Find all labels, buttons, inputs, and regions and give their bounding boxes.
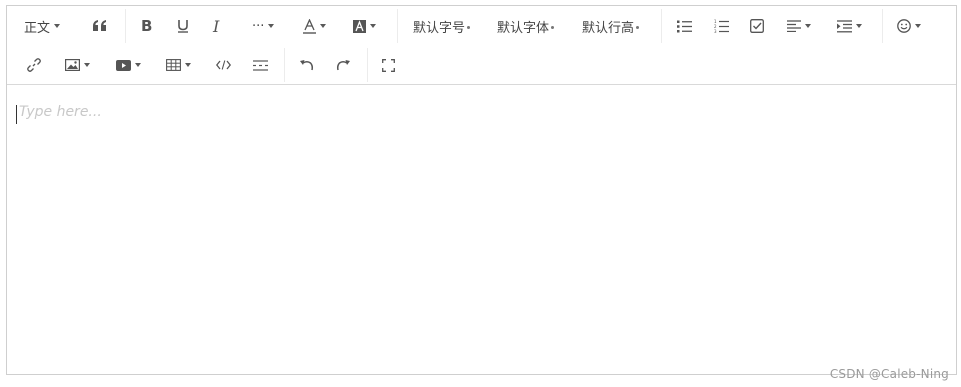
paragraph-style-dropdown[interactable]: 正文 <box>18 11 66 41</box>
text-cursor <box>16 105 17 124</box>
horizontal-rule-button[interactable] <box>247 50 274 80</box>
editor-toolbar: 正文 B I ··· 默认字号 默认字体 默认行高 1 2 3 <box>7 6 956 85</box>
insert-table-dropdown[interactable] <box>160 50 197 80</box>
svg-text:3: 3 <box>714 29 717 33</box>
chevron-down-icon <box>370 24 376 28</box>
chevron-down-icon <box>856 24 862 28</box>
chevron-down-icon <box>185 63 191 67</box>
underline-icon <box>178 20 188 33</box>
chevron-down-icon <box>135 63 141 67</box>
line-height-label: 默认行高 <box>582 20 635 36</box>
insert-link-button[interactable] <box>21 50 47 80</box>
toolbar-separator <box>882 9 883 43</box>
more-styles-dropdown[interactable]: ··· <box>246 11 280 41</box>
more-icon: ··· <box>252 18 265 34</box>
font-color-dropdown[interactable] <box>297 11 332 41</box>
justify-dropdown[interactable] <box>781 11 817 41</box>
line-height-dropdown[interactable]: 默认行高 <box>576 11 645 41</box>
indent-dropdown[interactable] <box>831 11 868 41</box>
chevron-down-icon <box>320 24 326 28</box>
redo-button[interactable] <box>330 50 357 80</box>
insert-image-dropdown[interactable] <box>59 50 96 80</box>
rich-text-editor: 正文 B I ··· 默认字号 默认字体 默认行高 1 2 3 Type her… <box>6 5 957 375</box>
todo-list-button[interactable] <box>744 11 770 41</box>
italic-button[interactable]: I <box>207 11 225 41</box>
font-size-label: 默认字号 <box>413 20 466 36</box>
editor-content-area[interactable]: Type here... <box>7 86 956 374</box>
numbered-list-icon: 123 <box>714 19 729 33</box>
undo-button[interactable] <box>293 50 320 80</box>
bold-icon: B <box>141 17 153 35</box>
underline-button[interactable] <box>171 11 195 41</box>
undo-icon <box>300 60 314 71</box>
chevron-down-icon <box>551 25 555 29</box>
font-color-icon <box>303 18 316 34</box>
watermark-text: CSDN @Caleb-Ning <box>829 367 949 381</box>
fullscreen-button[interactable] <box>376 50 401 80</box>
font-family-label: 默认字体 <box>497 20 550 36</box>
checkbox-icon <box>750 19 764 33</box>
font-size-dropdown[interactable]: 默认字号 <box>407 11 476 41</box>
chevron-down-icon <box>805 24 811 28</box>
smiley-icon <box>897 19 911 33</box>
fullscreen-icon <box>382 58 395 72</box>
font-family-dropdown[interactable]: 默认字体 <box>491 11 560 41</box>
quote-icon <box>93 20 106 31</box>
blockquote-button[interactable] <box>87 11 113 41</box>
chevron-down-icon <box>268 24 275 28</box>
link-icon <box>27 58 41 72</box>
emoji-dropdown[interactable] <box>891 11 927 41</box>
toolbar-separator <box>125 9 126 43</box>
bulleted-list-button[interactable] <box>671 11 698 41</box>
chevron-down-icon <box>54 24 61 28</box>
bold-button[interactable]: B <box>135 11 158 41</box>
align-left-icon <box>787 20 801 32</box>
code-icon <box>216 60 231 70</box>
numbered-list-button[interactable]: 123 <box>708 11 735 41</box>
redo-icon <box>336 60 350 71</box>
indent-icon <box>837 19 852 32</box>
chevron-down-icon <box>636 25 640 29</box>
italic-icon: I <box>213 16 220 36</box>
toolbar-separator <box>367 48 368 82</box>
chevron-down-icon <box>915 24 921 28</box>
toolbar-row-1: 正文 B I ··· 默认字号 默认字体 默认行高 1 2 3 <box>7 7 956 45</box>
insert-video-dropdown[interactable] <box>110 50 147 80</box>
paragraph-style-label: 正文 <box>24 20 51 36</box>
video-icon <box>116 59 131 71</box>
chevron-down-icon <box>84 63 90 67</box>
editor-placeholder: Type here... <box>19 104 102 120</box>
toolbar-separator <box>284 48 285 82</box>
background-color-icon <box>353 19 366 33</box>
image-icon <box>65 59 80 71</box>
divider-icon <box>253 59 268 71</box>
toolbar-separator <box>397 9 398 43</box>
toolbar-row-2 <box>7 46 956 84</box>
bulleted-list-icon <box>677 20 692 32</box>
background-color-dropdown[interactable] <box>347 11 382 41</box>
toolbar-separator <box>661 9 662 43</box>
code-block-button[interactable] <box>210 50 237 80</box>
table-icon <box>166 59 181 71</box>
chevron-down-icon <box>467 25 471 29</box>
